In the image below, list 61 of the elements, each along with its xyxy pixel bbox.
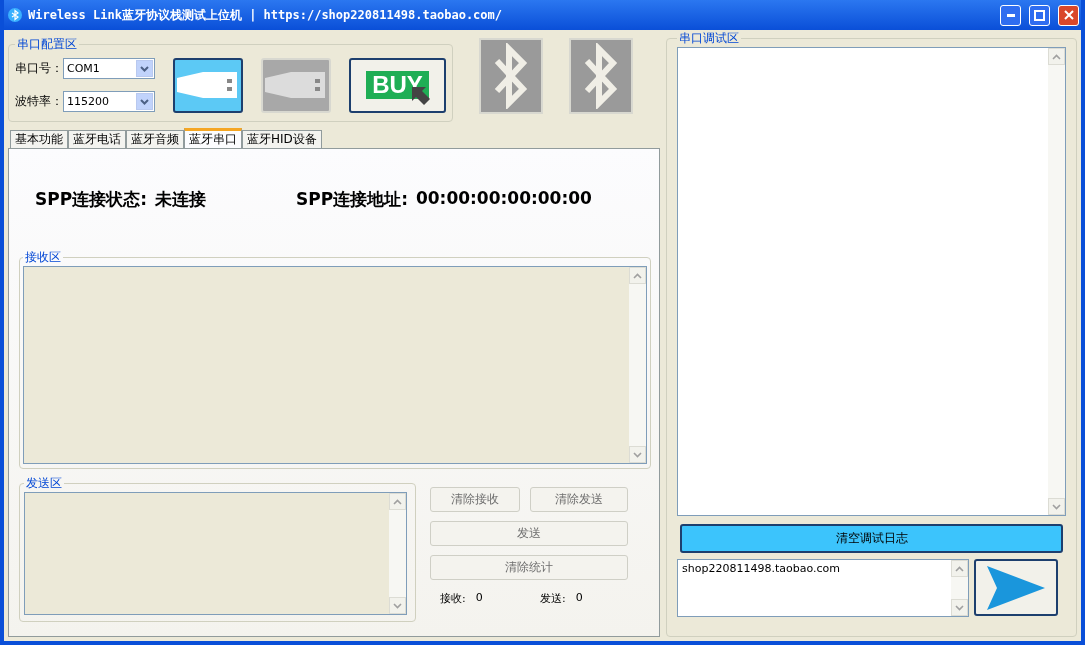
scroll-down-button[interactable]: [389, 597, 406, 614]
scroll-up-icon: [955, 565, 964, 572]
baud-dropdown[interactable]: 115200: [63, 91, 155, 112]
group-title: 接收区: [24, 249, 62, 266]
close-button[interactable]: [1058, 4, 1079, 26]
scrollbar[interactable]: [1048, 48, 1065, 515]
minimize-icon: [1006, 13, 1015, 17]
minimize-button[interactable]: [1000, 4, 1021, 26]
tab[interactable]: 蓝牙串口: [184, 128, 242, 148]
status-label: SPP连接状态:: [35, 187, 147, 211]
scroll-down-button[interactable]: [629, 446, 646, 463]
port-dropdown[interactable]: COM1: [63, 58, 155, 79]
port-label: 串口号：: [15, 60, 63, 77]
scroll-down-icon: [1052, 503, 1061, 510]
caret-icon: [140, 65, 149, 72]
counter-label: 发送:: [540, 591, 566, 606]
scrollbar[interactable]: [389, 493, 406, 614]
address-label: SPP连接地址:: [295, 187, 408, 211]
scroll-up-icon: [1052, 53, 1061, 60]
scroll-up-icon: [633, 272, 642, 279]
counter-value: 0: [475, 591, 483, 606]
bluetooth-icon: [8, 8, 22, 22]
scroll-down-button[interactable]: [1048, 498, 1065, 515]
scrollbar[interactable]: [629, 267, 646, 463]
command-input[interactable]: shop220811498.taobao.com: [677, 559, 969, 617]
maximize-icon: [1034, 9, 1045, 21]
maximize-button[interactable]: [1029, 4, 1050, 26]
send-button[interactable]: [974, 559, 1058, 616]
group-title: 发送区: [25, 475, 63, 492]
close-icon: [1063, 10, 1074, 20]
counter-value: 0: [575, 591, 583, 606]
dropdown-button[interactable]: [136, 60, 153, 77]
tab[interactable]: 蓝牙HID设备: [242, 130, 322, 148]
scroll-down-button[interactable]: [951, 599, 968, 616]
bluetooth-icon: [493, 43, 529, 109]
scroll-up-button[interactable]: [1048, 48, 1065, 65]
dropdown-button[interactable]: [136, 93, 153, 110]
window-title: Wireless Link蓝牙协议栈测试上位机 | https://shop220811498.taobao.com/: [28, 6, 503, 24]
send-text-area[interactable]: [24, 492, 407, 615]
scroll-up-button[interactable]: [629, 267, 646, 284]
tab[interactable]: 基本功能: [10, 130, 68, 148]
send-arrow-icon: [985, 563, 1047, 612]
group-title: 串口调试区: [678, 30, 740, 47]
counter-label: 接收:: [440, 591, 466, 606]
scroll-up-icon: [393, 498, 402, 505]
scrollbar[interactable]: [951, 560, 968, 616]
group-title: 串口配置区: [16, 36, 78, 53]
scroll-down-icon: [393, 602, 402, 609]
status-value: 未连接: [154, 187, 206, 211]
bluetooth-icon: [583, 43, 619, 109]
scroll-up-button[interactable]: [389, 493, 406, 510]
tab[interactable]: 蓝牙电话: [68, 130, 126, 148]
usb-button[interactable]: [173, 57, 243, 113]
scroll-up-button[interactable]: [951, 560, 968, 577]
scroll-down-icon: [633, 451, 642, 458]
address-value: 00:00:00:00:00:00: [415, 187, 592, 210]
baud-label: 波特率：: [15, 93, 63, 110]
clear-log-button[interactable]: 清空调试日志: [680, 524, 1063, 553]
caret-icon: [140, 98, 149, 105]
tab[interactable]: 蓝牙音频: [126, 130, 184, 148]
scroll-down-icon: [955, 604, 964, 611]
